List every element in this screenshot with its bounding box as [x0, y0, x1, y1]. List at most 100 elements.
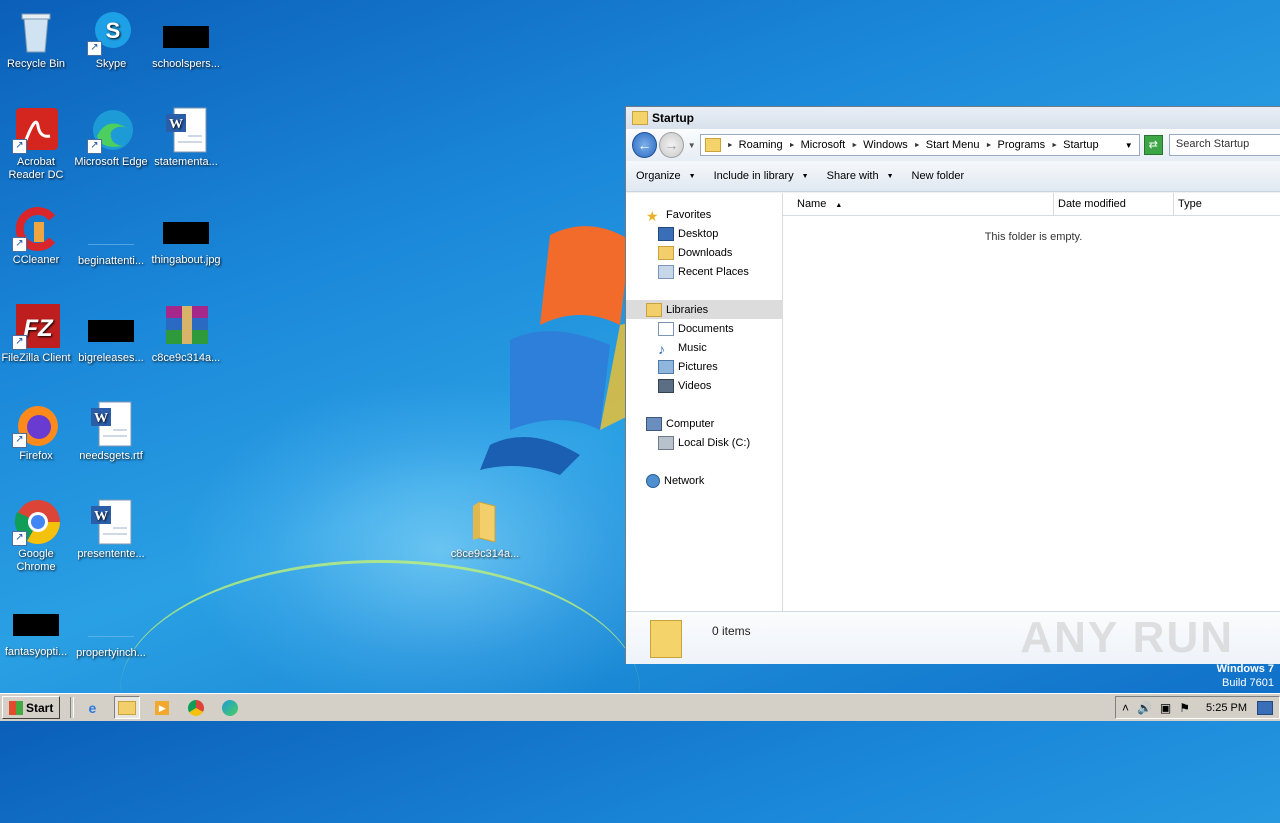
new-folder-button[interactable]: New folder: [912, 170, 965, 182]
nav-downloads[interactable]: Downloads: [658, 243, 732, 262]
desktop-icon-firefox[interactable]: ↗ Firefox: [0, 400, 74, 463]
desktop-icon-label: needsgets.rtf: [79, 450, 143, 462]
desktop-icon-recycle-bin[interactable]: Recycle Bin: [0, 8, 74, 71]
breadcrumb-programs[interactable]: ► Programs: [986, 139, 1046, 151]
nav-label: Videos: [678, 379, 712, 392]
share-with-menu[interactable]: Share with ▼: [827, 170, 894, 182]
refresh-button[interactable]: ⇄: [1143, 135, 1163, 155]
breadcrumb-startup[interactable]: ► Startup: [1051, 139, 1098, 151]
column-type[interactable]: Type: [1174, 193, 1280, 215]
desktop-icon-edge[interactable]: ↗ Microsoft Edge: [73, 106, 149, 169]
column-date-modified[interactable]: Date modified: [1054, 193, 1174, 215]
start-button[interactable]: Start: [2, 696, 61, 719]
nav-libraries[interactable]: Libraries: [626, 300, 785, 319]
desktop-icon-label: presentente...: [77, 548, 145, 560]
desktop-icon-label: propertyinch...: [76, 647, 146, 659]
breadcrumb-windows[interactable]: ► Windows: [851, 139, 908, 151]
forward-button[interactable]: →: [658, 132, 684, 158]
breadcrumb-microsoft[interactable]: ► Microsoft: [789, 139, 846, 151]
desktop-icon-ccleaner[interactable]: ↗ CCleaner: [0, 204, 74, 267]
address-bar[interactable]: ► Roaming ► Microsoft ► Windows ► Start Menu…: [699, 134, 1140, 156]
libraries-icon: [646, 302, 662, 317]
desktop-icon-schoolspers[interactable]: schoolspers...: [148, 8, 224, 71]
nav-pictures[interactable]: Pictures: [658, 357, 718, 376]
network-tray-icon[interactable]: ▣: [1160, 701, 1171, 715]
nav-label: Local Disk (C:): [678, 436, 751, 449]
desktop-icon-statementa[interactable]: W statementa...: [148, 106, 224, 169]
desktop-icon-bigreleases[interactable]: bigreleases...: [73, 302, 149, 365]
chrome-icon: ↗: [12, 498, 60, 546]
desktop-icon-thingabout[interactable]: thingabout.jpg: [148, 204, 224, 267]
action-center-flag-icon[interactable]: ⚑: [1179, 701, 1190, 715]
desktop-icon-propertyinch[interactable]: propertyinch...: [73, 596, 149, 660]
nav-recent-places[interactable]: Recent Places: [658, 262, 749, 281]
chevron-down-icon[interactable]: ▼: [1125, 141, 1133, 150]
breadcrumb-arrow-icon[interactable]: ►: [914, 142, 921, 149]
ccleaner-icon: ↗: [12, 204, 60, 252]
windows-build-branding: Windows 7 Build 7601: [1217, 662, 1274, 690]
breadcrumb-roaming[interactable]: ► Roaming: [727, 139, 783, 151]
show-desktop-icon[interactable]: [1257, 700, 1273, 715]
media-player-icon[interactable]: ▶: [150, 697, 174, 718]
internet-explorer-icon[interactable]: e: [80, 697, 104, 718]
edge-taskbar-icon[interactable]: [218, 697, 242, 718]
breadcrumb-arrow-icon[interactable]: ►: [851, 142, 858, 149]
chevron-down-icon: ▼: [688, 172, 696, 180]
desktop-icon-label: thingabout.jpg: [151, 254, 221, 266]
nav-videos[interactable]: Videos: [658, 376, 711, 395]
desktop-icon-fantasyopti[interactable]: fantasyopti...: [0, 596, 74, 659]
nav-desktop[interactable]: Desktop: [658, 224, 718, 243]
breadcrumb-arrow-icon[interactable]: ►: [1051, 142, 1058, 149]
back-button[interactable]: ←: [632, 132, 657, 158]
nav-documents[interactable]: Documents: [658, 319, 734, 338]
windows-build-number: Build 7601: [1222, 677, 1274, 689]
column-name[interactable]: Name ▲: [783, 193, 1054, 215]
breadcrumb-arrow-icon[interactable]: ►: [789, 142, 796, 149]
nav-label: Network: [664, 474, 705, 487]
breadcrumb-label: Windows: [863, 139, 908, 151]
desktop-icon-label: CCleaner: [12, 254, 60, 266]
desktop-icon-label: fantasyopti...: [4, 646, 68, 658]
chevron-down-icon: ▼: [886, 172, 894, 180]
desktop-icon-acrobat[interactable]: ↗ Acrobat Reader DC: [0, 106, 74, 182]
command-bar: Organize ▼ Include in library ▼ Share with…: [626, 161, 1280, 192]
file-list[interactable]: Name ▲ Date modified Type This folder is…: [783, 193, 1280, 611]
desktop-icon-filezilla[interactable]: FZ ↗ FileZilla Client: [0, 302, 74, 365]
desktop-icon-label: Google Chrome: [16, 548, 56, 573]
clock[interactable]: 5:25 PM: [1206, 702, 1247, 714]
nav-label: Music: [678, 341, 707, 354]
breadcrumb-arrow-icon[interactable]: ►: [986, 142, 993, 149]
desktop-icon-presentente[interactable]: W presentente...: [73, 498, 149, 561]
column-label: Name: [797, 198, 827, 210]
nav-local-disk[interactable]: Local Disk (C:): [658, 433, 750, 452]
folder-icon: [632, 111, 648, 125]
show-hidden-icons-icon[interactable]: ˄: [1122, 701, 1129, 715]
breadcrumb-arrow-icon[interactable]: ►: [727, 142, 734, 149]
address-row: ← → ▼ ► Roaming ► Microsoft ► Windows ► Star…: [626, 129, 1280, 161]
organize-menu[interactable]: Organize ▼: [636, 170, 696, 182]
recent-pages-dropdown[interactable]: ▼: [688, 141, 696, 150]
firefox-icon: ↗: [12, 400, 60, 448]
desktop-icon-c8ce9c314a-folder[interactable]: c8ce9c314a...: [447, 498, 523, 561]
volume-icon[interactable]: 🔊: [1137, 701, 1152, 715]
desktop-icon-beginattenti[interactable]: beginattenti...: [73, 204, 149, 268]
nav-computer[interactable]: Computer: [646, 414, 714, 433]
item-count: 0 items: [712, 624, 751, 638]
file-explorer-icon[interactable]: [114, 696, 141, 719]
desktop-icon-skype[interactable]: S ↗ Skype: [73, 8, 149, 71]
nav-network[interactable]: Network: [646, 471, 704, 490]
nav-music[interactable]: ♪ Music: [658, 338, 707, 357]
search-input[interactable]: Search Startup: [1168, 134, 1280, 156]
desktop-icon-chrome[interactable]: ↗ Google Chrome: [0, 498, 74, 574]
desktop-icon-needsgets[interactable]: W needsgets.rtf: [73, 400, 149, 463]
include-in-library-menu[interactable]: Include in library ▼: [714, 170, 809, 182]
nav-label: Desktop: [678, 227, 719, 240]
folder-icon: [650, 620, 682, 658]
desktop-icon-c8ce9c314a-archive[interactable]: c8ce9c314a...: [148, 302, 224, 365]
breadcrumb-start-menu[interactable]: ► Start Menu: [914, 139, 980, 151]
explorer-window[interactable]: Startup ← → ▼ ► Roaming ► Microsoft ► Windo…: [625, 106, 1280, 664]
nav-favorites[interactable]: ★ Favorites: [646, 205, 711, 224]
window-titlebar[interactable]: Startup: [626, 107, 1280, 129]
music-note-icon: ♪: [658, 340, 665, 357]
chrome-taskbar-icon[interactable]: [184, 697, 208, 718]
